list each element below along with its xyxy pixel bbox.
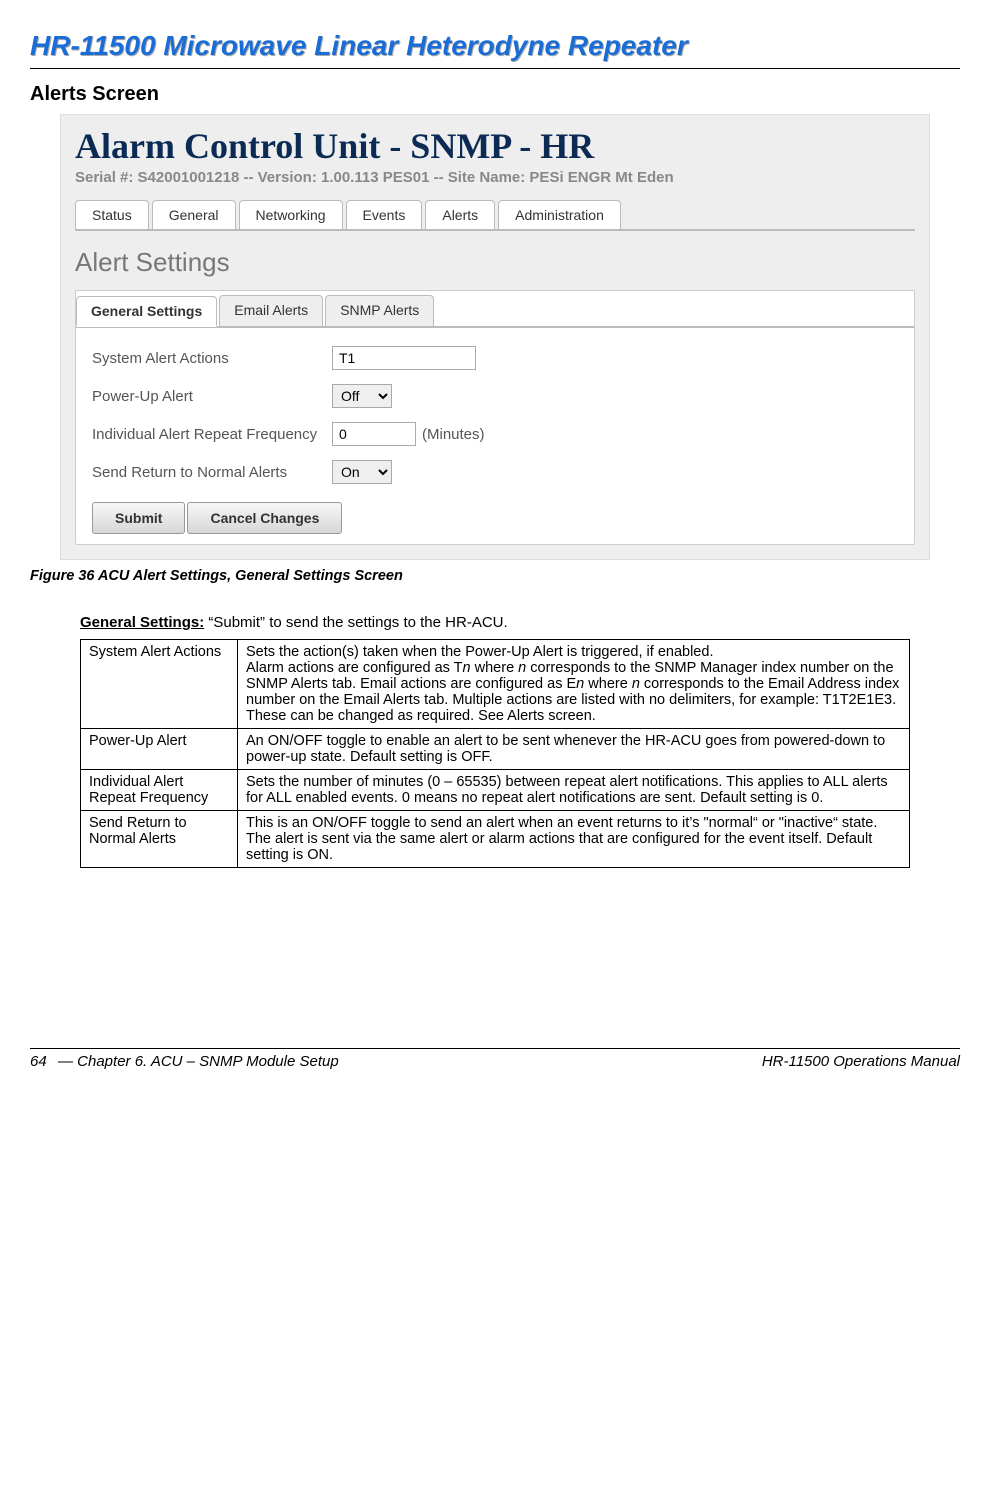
suffix-minutes: (Minutes) [422, 426, 485, 443]
setting-name: Individual Alert Repeat Frequency [81, 770, 238, 811]
tab-general[interactable]: General [152, 200, 236, 229]
label-system-alert-actions: System Alert Actions [92, 350, 332, 367]
setting-name: Send Return to Normal Alerts [81, 811, 238, 868]
tab-administration[interactable]: Administration [498, 200, 621, 229]
row-power-up-alert: Power-Up Alert Off [92, 384, 898, 408]
figure-caption: Figure 36 ACU Alert Settings, General Se… [30, 568, 960, 584]
title-underline [30, 68, 960, 69]
tab-alerts[interactable]: Alerts [425, 200, 495, 229]
settings-intro: General Settings: “Submit” to send the s… [80, 614, 960, 631]
button-row: Submit Cancel Changes [76, 502, 914, 534]
label-power-up-alert: Power-Up Alert [92, 388, 332, 405]
acu-meta: Serial #: S42001001218 -- Version: 1.00.… [75, 169, 915, 186]
setting-description: Sets the number of minutes (0 – 65535) b… [238, 770, 910, 811]
footer-manual: HR-11500 Operations Manual [762, 1053, 960, 1070]
row-system-alert-actions: System Alert Actions [92, 346, 898, 370]
top-nav: StatusGeneralNetworkingEventsAlertsAdmin… [75, 200, 915, 231]
document-title: HR-11500 Microwave Linear Heterodyne Rep… [30, 30, 960, 62]
input-repeat-frequency[interactable] [332, 422, 416, 446]
sub-tab-general-settings[interactable]: General Settings [76, 296, 217, 327]
settings-description-body: System Alert ActionsSets the action(s) t… [81, 640, 910, 868]
alert-settings-screenshot: Alarm Control Unit - SNMP - HR Serial #:… [60, 114, 930, 560]
footer-line [30, 1048, 960, 1049]
page-footer: 64 — Chapter 6. ACU – SNMP Module Setup … [30, 1048, 960, 1070]
sub-tab-email-alerts[interactable]: Email Alerts [219, 295, 323, 326]
setting-name: System Alert Actions [81, 640, 238, 729]
sub-nav: General SettingsEmail AlertsSNMP Alerts [76, 291, 914, 328]
settings-intro-text: “Submit” to send the settings to the HR-… [204, 614, 507, 631]
tab-networking[interactable]: Networking [239, 200, 343, 229]
sub-tab-snmp-alerts[interactable]: SNMP Alerts [325, 295, 434, 326]
tab-events[interactable]: Events [346, 200, 423, 229]
row-repeat-frequency: Individual Alert Repeat Frequency (Minut… [92, 422, 898, 446]
cancel-button[interactable]: Cancel Changes [187, 502, 342, 534]
settings-intro-label: General Settings: [80, 614, 204, 631]
footer-chapter: — Chapter 6. ACU – SNMP Module Setup [58, 1053, 762, 1070]
acu-title: Alarm Control Unit - SNMP - HR [75, 125, 915, 167]
setting-description: Sets the action(s) taken when the Power-… [238, 640, 910, 729]
table-row: Power-Up AlertAn ON/OFF toggle to enable… [81, 729, 910, 770]
select-return-normal[interactable]: On [332, 460, 392, 484]
table-row: System Alert ActionsSets the action(s) t… [81, 640, 910, 729]
submit-button[interactable]: Submit [92, 502, 185, 534]
label-repeat-frequency: Individual Alert Repeat Frequency [92, 426, 332, 443]
page-number: 64 [30, 1053, 58, 1070]
setting-description: An ON/OFF toggle to enable an alert to b… [238, 729, 910, 770]
form-area: System Alert Actions Power-Up Alert Off … [76, 328, 914, 502]
table-row: Send Return to Normal AlertsThis is an O… [81, 811, 910, 868]
input-system-alert-actions[interactable] [332, 346, 476, 370]
settings-description-table: System Alert ActionsSets the action(s) t… [80, 639, 910, 868]
select-power-up-alert[interactable]: Off [332, 384, 392, 408]
setting-name: Power-Up Alert [81, 729, 238, 770]
setting-description: This is an ON/OFF toggle to send an aler… [238, 811, 910, 868]
row-return-normal: Send Return to Normal Alerts On [92, 460, 898, 484]
label-return-normal: Send Return to Normal Alerts [92, 464, 332, 481]
settings-panel: General SettingsEmail AlertsSNMP Alerts … [75, 290, 915, 545]
section-heading: Alerts Screen [30, 83, 960, 106]
table-row: Individual Alert Repeat FrequencySets th… [81, 770, 910, 811]
tab-status[interactable]: Status [75, 200, 149, 229]
alert-settings-heading: Alert Settings [75, 247, 915, 278]
